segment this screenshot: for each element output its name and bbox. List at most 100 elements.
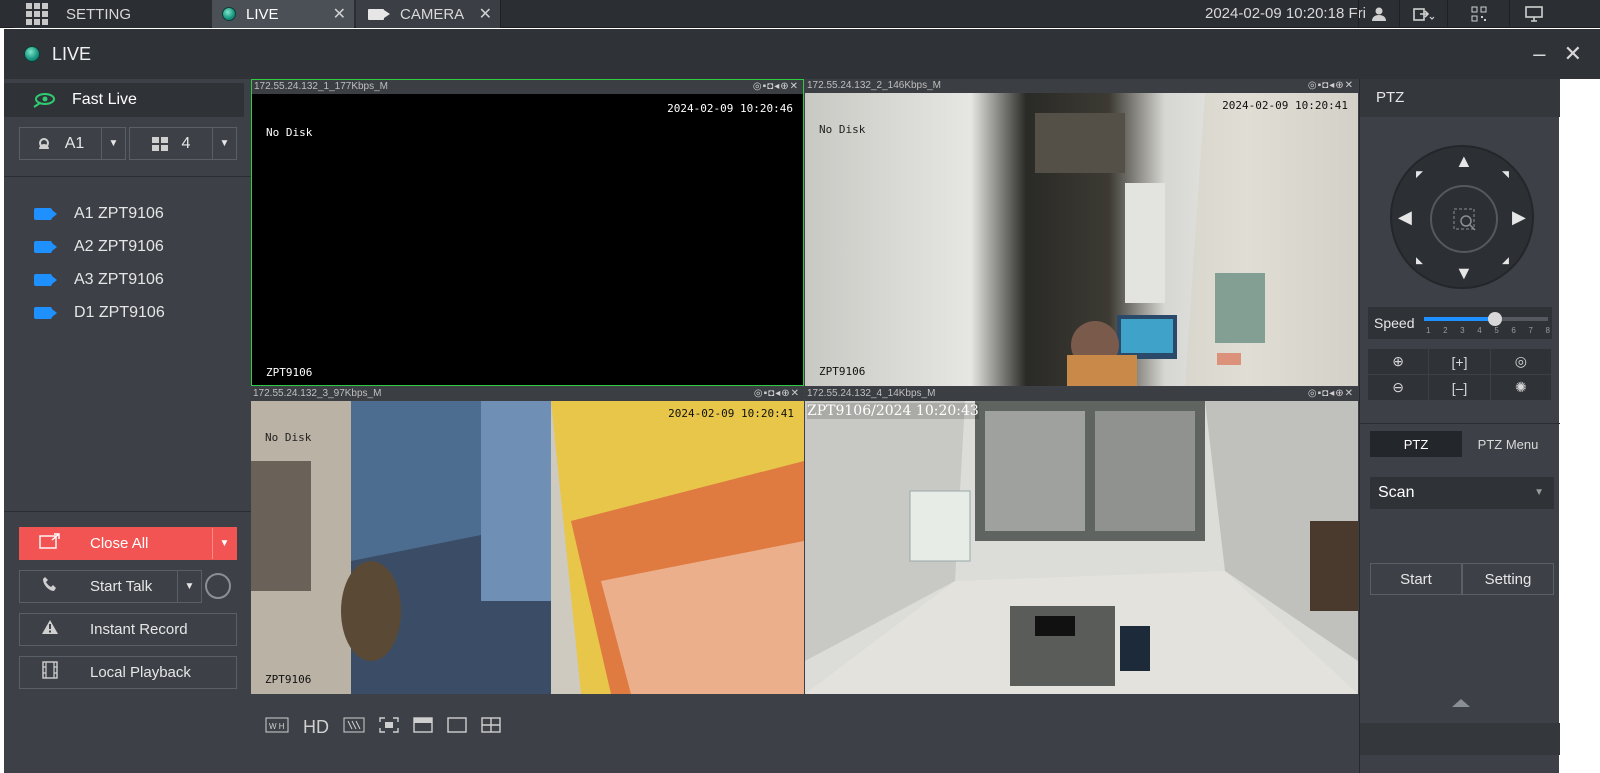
channel-item-a3[interactable]: A3 ZPT9106: [34, 263, 165, 296]
fast-live-button[interactable]: Fast Live: [4, 83, 244, 117]
speed-control: Speed 1 2 3 4 5 6 7 8: [1368, 307, 1552, 339]
logout-icon[interactable]: [1399, 0, 1447, 28]
channel-label: A2 ZPT9106: [74, 237, 164, 255]
ptz-upright-arrow-icon[interactable]: ◥: [1502, 169, 1509, 180]
instant-record-button[interactable]: Instant Record: [19, 613, 237, 646]
live-dot-icon: [222, 7, 236, 21]
video-title-bar: 172.55.24.132_2_146Kbps_M ◎▪◘◂⊕✕: [805, 79, 1358, 93]
ptz-left-arrow-icon[interactable]: ◀: [1398, 207, 1412, 228]
channel-item-a1[interactable]: A1 ZPT9106: [34, 197, 165, 230]
camera-icon: [34, 306, 57, 319]
video-window-1[interactable]: 172.55.24.132_1_177Kbps_M ◎▪◘◂⊕✕ 2024-02…: [251, 79, 804, 386]
tab-ptz-menu[interactable]: PTZ Menu: [1462, 431, 1554, 457]
user-icon[interactable]: [1358, 0, 1398, 28]
video-title-bar: 172.55.24.132_3_97Kbps_M ◎▪◘◂⊕✕: [251, 387, 804, 401]
tab-camera[interactable]: CAMERA ✕: [356, 0, 501, 28]
collapse-up-icon[interactable]: [1452, 699, 1470, 707]
monitor-icon[interactable]: [1509, 0, 1557, 28]
ptz-setting-button[interactable]: Setting: [1462, 563, 1554, 595]
speed-tick: 6: [1511, 326, 1516, 335]
channel-label: D1 ZPT9106: [74, 303, 165, 321]
focus-far-icon[interactable]: [–]: [1429, 375, 1491, 401]
stream-icon[interactable]: [343, 717, 365, 738]
chevron-down-icon[interactable]: ▼: [212, 528, 236, 559]
live-status-icon: [24, 46, 40, 62]
video-controls[interactable]: ◎▪◘◂⊕✕: [1308, 387, 1354, 401]
video-window-3[interactable]: 172.55.24.132_3_97Kbps_M ◎▪◘◂⊕✕ 2024-02-…: [251, 387, 804, 694]
fullscreen-icon[interactable]: [379, 717, 399, 738]
start-talk-button[interactable]: Start Talk ▼: [19, 570, 202, 603]
single-view-icon[interactable]: [413, 717, 433, 738]
chevron-down-icon[interactable]: ▼: [212, 128, 236, 159]
one-window-icon[interactable]: [447, 717, 467, 738]
focus-near-icon[interactable]: [+]: [1429, 349, 1491, 375]
close-all-button[interactable]: Close All ▼: [19, 527, 237, 560]
tab-live[interactable]: LIVE ✕: [212, 0, 354, 28]
video-controls[interactable]: ◎▪◘◂⊕✕: [1308, 79, 1354, 93]
window-controls[interactable]: – ✕: [1533, 41, 1588, 67]
aspect-ratio-icon[interactable]: W H: [265, 717, 289, 738]
speed-ticks: 1 2 3 4 5 6 7 8: [1426, 326, 1550, 335]
phone-icon: [20, 576, 80, 597]
channel-label: A3 ZPT9106: [74, 270, 164, 288]
speed-slider[interactable]: [1424, 312, 1548, 326]
ptz-center-button[interactable]: [1430, 185, 1498, 253]
warning-icon: [20, 619, 80, 640]
zoom-out-icon[interactable]: ⊖: [1368, 375, 1430, 401]
ptz-start-button[interactable]: Start: [1370, 563, 1462, 595]
video-window-2[interactable]: 172.55.24.132_2_146Kbps_M ◎▪◘◂⊕✕ 2024-02…: [805, 79, 1358, 386]
osd-disk-status: No Disk: [265, 431, 312, 444]
split-grid-icon: [151, 136, 168, 151]
chevron-down-icon[interactable]: ▼: [177, 571, 201, 602]
live-header: LIVE – ✕: [4, 29, 1600, 79]
tab-ptz[interactable]: PTZ: [1370, 431, 1462, 457]
group-select[interactable]: A1 ▼: [19, 127, 126, 160]
osd-timestamp: ZPT9106/2024 10:20:43: [807, 403, 979, 419]
stream-info: 172.55.24.132_2_146Kbps_M: [807, 80, 942, 91]
ptz-lens-controls: ⊕ [+] ◎ ⊖ [–] ✺: [1368, 349, 1552, 401]
speed-slider-fill: [1424, 317, 1495, 321]
ptz-title: PTZ: [1360, 79, 1560, 117]
close-window-icon: [20, 533, 80, 554]
speed-label: Speed: [1374, 315, 1415, 331]
close-tab-camera-icon[interactable]: ✕: [479, 4, 492, 24]
video-window-4[interactable]: 172.55.24.132_4_14Kbps_M ◎▪◘◂⊕✕ ZPT9106/…: [805, 387, 1358, 694]
iris-open-icon[interactable]: ◎: [1490, 349, 1552, 375]
osd-channel-name: ZPT9106: [819, 365, 866, 378]
video-controls[interactable]: ◎▪◘◂⊕✕: [753, 80, 799, 94]
ptz-upleft-arrow-icon[interactable]: ◤: [1416, 169, 1423, 180]
view-toolbar: W H HD: [251, 695, 1359, 773]
ptz-mode-select[interactable]: Scan ▼: [1370, 477, 1554, 509]
ptz-direction-pad[interactable]: ▲ ▼ ◀ ▶ ◤ ◥ ◣ ◢: [1390, 145, 1534, 289]
video-controls[interactable]: ◎▪◘◂⊕✕: [754, 387, 800, 401]
ptz-downleft-arrow-icon[interactable]: ◣: [1416, 255, 1423, 266]
stream-info: 172.55.24.132_1_177Kbps_M: [254, 81, 389, 92]
qr-code-icon[interactable]: [1447, 0, 1509, 28]
ptz-up-arrow-icon[interactable]: ▲: [1455, 151, 1473, 172]
group-select-value: A1: [64, 134, 85, 152]
ptz-tabs: PTZ PTZ Menu: [1370, 431, 1554, 457]
channel-item-d1[interactable]: D1 ZPT9106: [34, 296, 165, 329]
iris-close-icon[interactable]: ✺: [1490, 375, 1552, 401]
speed-slider-handle[interactable]: [1487, 312, 1502, 326]
split-select[interactable]: 4 ▼: [129, 127, 237, 160]
hd-quality-button[interactable]: HD: [303, 717, 329, 738]
speed-tick: 5: [1494, 326, 1499, 335]
four-window-icon[interactable]: [481, 717, 501, 738]
tab-setting[interactable]: SETTING: [14, 0, 210, 28]
chevron-down-icon[interactable]: ▼: [101, 128, 125, 159]
channel-item-a2[interactable]: A2 ZPT9106: [34, 230, 165, 263]
ptz-down-arrow-icon[interactable]: ▼: [1455, 263, 1473, 284]
local-playback-button[interactable]: Local Playback: [19, 656, 237, 689]
top-bar: SETTING LIVE ✕ CAMERA ✕ 2024-02-09 10:20…: [0, 0, 1600, 28]
ptz-panel: PTZ ▲ ▼ ◀ ▶ ◤ ◥ ◣ ◢ Speed 1 2 3 4 5 6 7 8 ⊕ [+]…: [1359, 79, 1560, 773]
zoom-in-icon[interactable]: ⊕: [1368, 349, 1430, 375]
close-tab-live-icon[interactable]: ✕: [333, 4, 346, 24]
talk-status-icon[interactable]: [205, 573, 231, 599]
ptz-downright-arrow-icon[interactable]: ◢: [1502, 255, 1509, 266]
channel-label: A1 ZPT9106: [74, 204, 164, 222]
ptz-right-arrow-icon[interactable]: ▶: [1512, 207, 1526, 228]
scene-image: [251, 401, 804, 694]
camera-icon: [34, 240, 57, 253]
speed-tick: 3: [1460, 326, 1465, 335]
